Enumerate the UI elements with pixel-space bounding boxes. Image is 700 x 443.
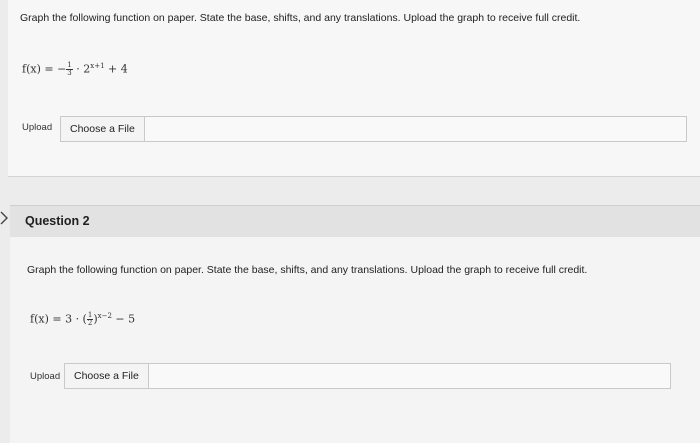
question-1-prompt: Graph the following function on paper. S…	[20, 12, 581, 24]
question-2-title: Question 2	[25, 214, 90, 228]
formula-exponent: x−2	[97, 312, 112, 320]
formula-lhs: f(x) = 3 · (	[30, 312, 87, 326]
upload-label: Upload	[30, 371, 61, 382]
formula-base: · 2	[72, 62, 91, 76]
question-1-formula: f(x) = −1 3 · 2x+1 + 4	[22, 62, 128, 77]
upload-label: Upload	[22, 122, 53, 133]
chevron-right-icon	[0, 211, 8, 225]
question-2-header: Question 2	[10, 205, 700, 238]
choose-file-button[interactable]: Choose a File	[61, 117, 145, 141]
question-1-card: Graph the following function on paper. S…	[8, 0, 700, 177]
file-upload-field[interactable]: Choose a File	[64, 363, 671, 389]
formula-tail: − 5	[111, 312, 136, 326]
formula-tail: + 4	[104, 62, 128, 76]
question-2-body: Graph the following function on paper. S…	[10, 237, 700, 443]
file-upload-field[interactable]: Choose a File	[60, 116, 687, 142]
formula-lhs: f(x) = −	[22, 62, 67, 76]
choose-file-button[interactable]: Choose a File	[65, 364, 149, 388]
formula-exponent: x+1	[90, 62, 105, 70]
question-2-formula: f(x) = 3 · (1 2)x−2 − 5	[30, 312, 135, 327]
question-2-prompt: Graph the following function on paper. S…	[27, 264, 588, 276]
